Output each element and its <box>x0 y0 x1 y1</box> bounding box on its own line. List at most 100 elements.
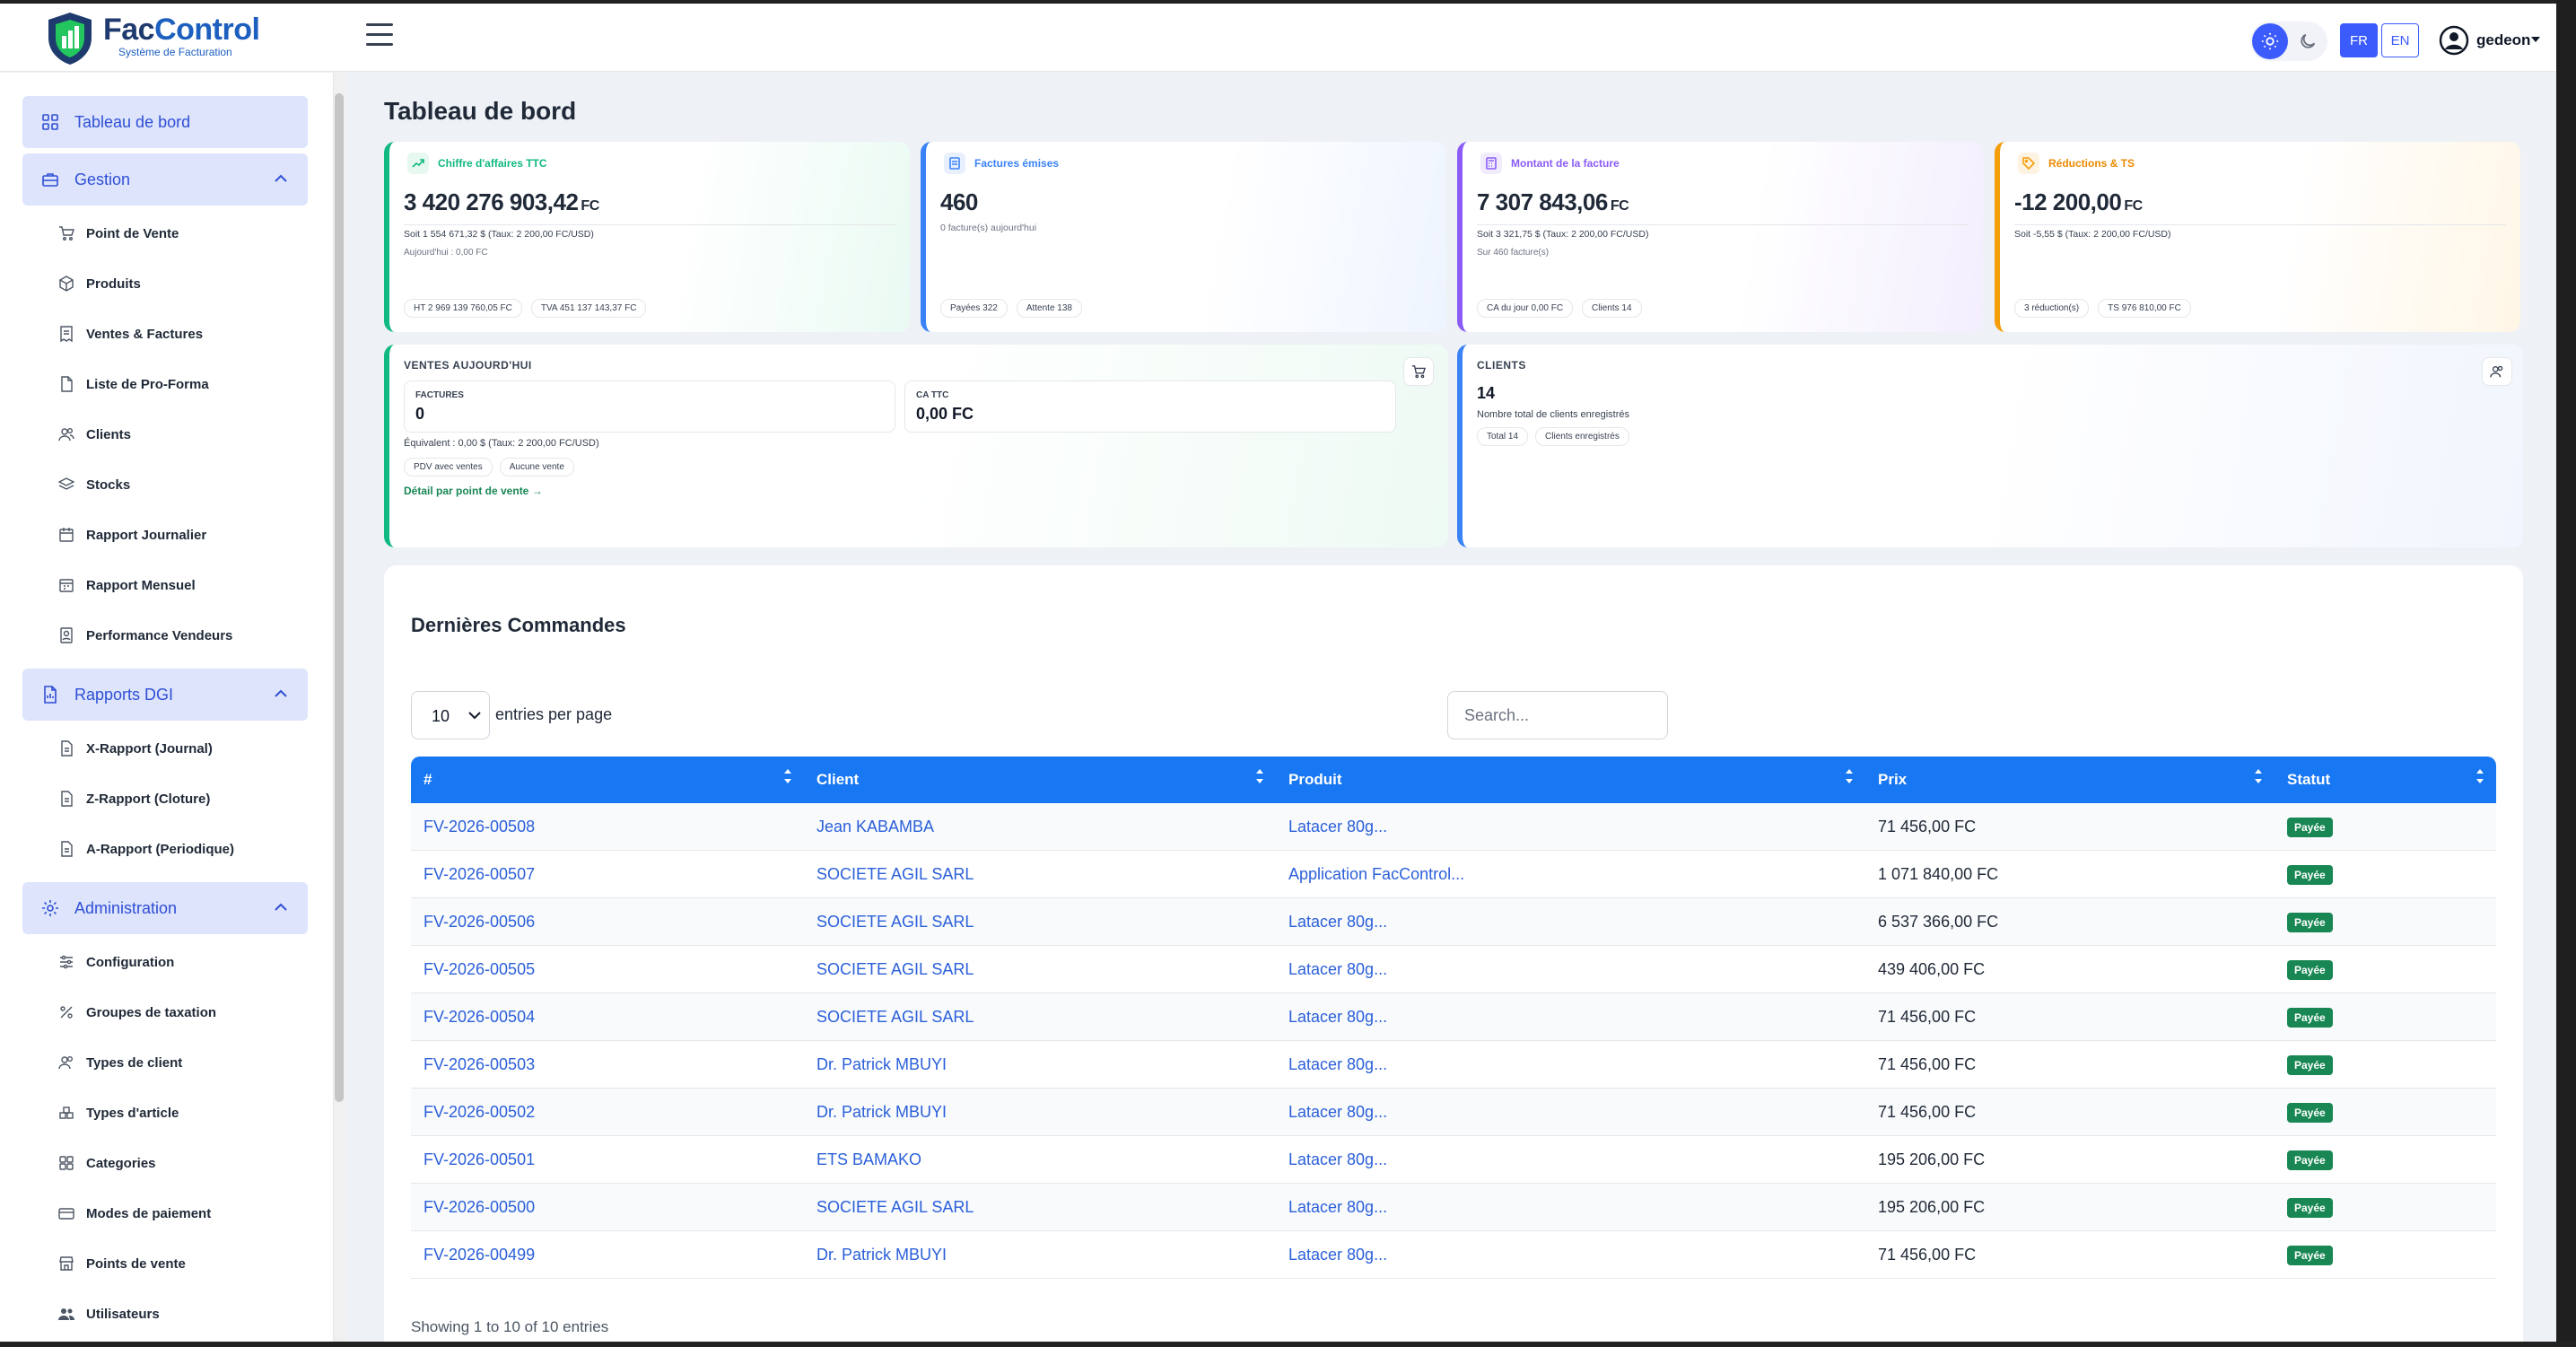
kpi-detail: Soit 1 554 671,32 $ (Taux: 2 200,00 FC/U… <box>404 229 594 240</box>
sun-icon[interactable] <box>2252 23 2288 59</box>
table-row: FV-2026-00505 SOCIETE AGIL SARL Latacer … <box>411 946 2496 993</box>
sidebar: Tableau de bord Gestion Point de Vente P… <box>0 73 334 1342</box>
sidebar-section-label: Gestion <box>74 170 131 188</box>
sidebar-item-groupes-taxation[interactable]: Groupes de taxation <box>57 999 216 1026</box>
sidebar-item-z-rapport[interactable]: Z-Rapport (Cloture) <box>57 785 210 812</box>
column-header-client[interactable]: Client <box>804 757 1276 803</box>
client-link[interactable]: Dr. Patrick MBUYI <box>816 1246 947 1264</box>
column-header-statut[interactable]: Statut <box>2275 757 2496 803</box>
sort-icon[interactable] <box>1256 769 1263 783</box>
sidebar-item-stocks[interactable]: Stocks <box>57 471 130 498</box>
sidebar-item-modes-paiement[interactable]: Modes de paiement <box>57 1200 211 1227</box>
column-header-id[interactable]: # <box>411 757 804 803</box>
sidebar-item-points-de-vente[interactable]: Points de vente <box>57 1250 186 1277</box>
table-row: FV-2026-00502 Dr. Patrick MBUYI Latacer … <box>411 1089 2496 1136</box>
invoice-id-link[interactable]: FV-2026-00502 <box>424 1103 535 1121</box>
product-link[interactable]: Latacer 80g... <box>1288 913 1387 931</box>
invoice-id-link[interactable]: FV-2026-00505 <box>424 960 535 978</box>
invoice-id-link[interactable]: FV-2026-00507 <box>424 865 535 883</box>
sidebar-item-performance-vendeurs[interactable]: Performance Vendeurs <box>57 622 232 649</box>
invoice-id-link[interactable]: FV-2026-00508 <box>424 818 535 835</box>
client-link[interactable]: SOCIETE AGIL SARL <box>816 865 974 883</box>
client-link[interactable]: Dr. Patrick MBUYI <box>816 1103 947 1121</box>
sort-icon[interactable] <box>2476 769 2484 783</box>
client-link[interactable]: SOCIETE AGIL SARL <box>816 960 974 978</box>
kpi-title: Montant de la facture <box>1511 157 1620 170</box>
kpi-chip: TS 976 810,00 FC <box>2098 299 2191 318</box>
product-link[interactable]: Latacer 80g... <box>1288 1103 1387 1121</box>
client-link[interactable]: SOCIETE AGIL SARL <box>816 1198 974 1216</box>
layers-icon <box>57 476 75 494</box>
client-link[interactable]: SOCIETE AGIL SARL <box>816 1008 974 1026</box>
sidebar-item-produits[interactable]: Produits <box>57 270 141 297</box>
sidebar-item-utilisateurs[interactable]: Utilisateurs <box>57 1300 160 1327</box>
sidebar-item-types-client[interactable]: Types de client <box>57 1049 182 1076</box>
sidebar-section-rapports-dgi[interactable]: Rapports DGI <box>22 669 308 721</box>
sidebar-section-administration[interactable]: Administration <box>22 882 308 934</box>
sidebar-item-ventes-factures[interactable]: Ventes & Factures <box>57 320 203 347</box>
users-icon[interactable] <box>2482 357 2512 386</box>
product-link[interactable]: Latacer 80g... <box>1288 1008 1387 1026</box>
product-link[interactable]: Application FacControl... <box>1288 865 1464 883</box>
entries-per-page-select[interactable]: 10 <box>411 691 490 739</box>
detail-point-de-vente-link[interactable]: Détail par point de vente → <box>404 485 543 497</box>
invoice-id-link[interactable]: FV-2026-00501 <box>424 1150 535 1168</box>
document-icon <box>57 375 75 393</box>
sidebar-item-pro-forma[interactable]: Liste de Pro-Forma <box>57 371 209 398</box>
column-header-produit[interactable]: Produit <box>1276 757 1865 803</box>
brand-name[interactable]: FacControl <box>103 13 260 48</box>
table-row: FV-2026-00508 Jean KABAMBA Latacer 80g..… <box>411 803 2496 851</box>
product-link[interactable]: Latacer 80g... <box>1288 1246 1387 1264</box>
client-link[interactable]: Jean KABAMBA <box>816 818 934 835</box>
sort-icon[interactable] <box>784 769 791 783</box>
clients-description: Nombre total de clients enregistrés <box>1477 409 1629 420</box>
sidebar-item-a-rapport[interactable]: A-Rapport (Periodique) <box>57 835 234 862</box>
language-fr-button[interactable]: FR <box>2340 23 2378 57</box>
kpi-value: 7 307 843,06 FC <box>1477 188 1629 215</box>
file-text-icon <box>57 790 75 808</box>
sidebar-item-rapport-journalier[interactable]: Rapport Journalier <box>57 521 206 548</box>
sidebar-item-dashboard[interactable]: Tableau de bord <box>22 96 308 148</box>
invoice-icon <box>944 153 965 174</box>
column-header-prix[interactable]: Prix <box>1865 757 2275 803</box>
sidebar-item-x-rapport[interactable]: X-Rapport (Journal) <box>57 735 213 762</box>
sidebar-item-types-article[interactable]: Types d'article <box>57 1099 179 1126</box>
sidebar-item-clients[interactable]: Clients <box>57 421 131 448</box>
invoice-id-link[interactable]: FV-2026-00499 <box>424 1246 535 1264</box>
client-link[interactable]: SOCIETE AGIL SARL <box>816 913 974 931</box>
status-badge: Payée <box>2287 1007 2333 1028</box>
product-link[interactable]: Latacer 80g... <box>1288 818 1387 835</box>
sort-icon[interactable] <box>1846 769 1853 783</box>
status-badge: Payée <box>2287 817 2333 837</box>
orders-search-input[interactable] <box>1447 691 1668 739</box>
ventes-aujourdhui-card: VENTES AUJOURD'HUI FACTURES 0 CA TTC 0,0… <box>384 345 1448 547</box>
sidebar-item-configuration[interactable]: Configuration <box>57 949 174 975</box>
sidebar-item-point-de-vente[interactable]: Point de Vente <box>57 220 179 247</box>
kpi-detail: Soit -5,55 $ (Taux: 2 200,00 FC/USD) <box>2014 229 2171 240</box>
product-link[interactable]: Latacer 80g... <box>1288 1150 1387 1168</box>
invoice-id-link[interactable]: FV-2026-00506 <box>424 913 535 931</box>
theme-switch[interactable] <box>2250 22 2327 61</box>
user-dropdown-caret-icon[interactable] <box>2531 37 2540 42</box>
moon-icon[interactable] <box>2290 23 2326 59</box>
invoice-id-link[interactable]: FV-2026-00500 <box>424 1198 535 1216</box>
sidebar-scrollbar-thumb[interactable] <box>335 93 344 1102</box>
menu-toggle-button[interactable] <box>366 23 393 47</box>
cart-icon[interactable] <box>1403 357 1434 386</box>
clients-chip: Total 14 <box>1477 427 1529 446</box>
product-link[interactable]: Latacer 80g... <box>1288 960 1387 978</box>
user-avatar-icon[interactable] <box>2439 25 2469 56</box>
sidebar-item-categories[interactable]: Categories <box>57 1150 156 1176</box>
product-link[interactable]: Latacer 80g... <box>1288 1198 1387 1216</box>
invoice-id-link[interactable]: FV-2026-00504 <box>424 1008 535 1026</box>
user-name[interactable]: gedeon <box>2476 31 2530 49</box>
users-icon <box>57 1054 75 1071</box>
sidebar-section-gestion[interactable]: Gestion <box>22 153 308 206</box>
sort-icon[interactable] <box>2255 769 2262 783</box>
client-link[interactable]: ETS BAMAKO <box>816 1150 921 1168</box>
language-en-button[interactable]: EN <box>2381 23 2419 57</box>
client-link[interactable]: Dr. Patrick MBUYI <box>816 1055 947 1073</box>
product-link[interactable]: Latacer 80g... <box>1288 1055 1387 1073</box>
sidebar-item-rapport-mensuel[interactable]: Rapport Mensuel <box>57 572 196 599</box>
invoice-id-link[interactable]: FV-2026-00503 <box>424 1055 535 1073</box>
